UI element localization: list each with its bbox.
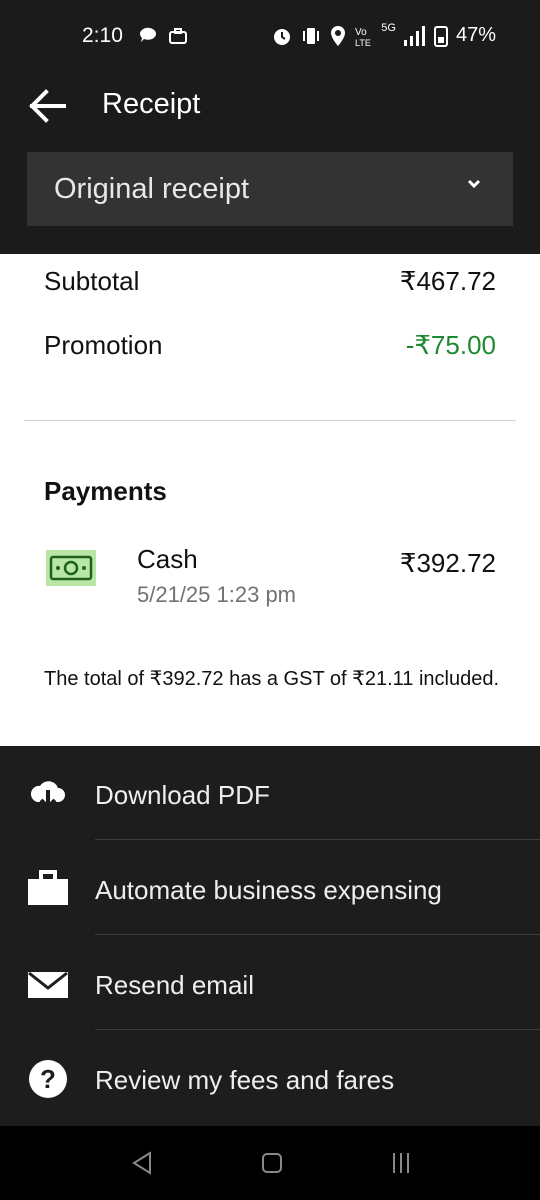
payment-date: 5/21/25 1:23 pm [137,582,297,607]
app-header: Receipt Original receipt [0,74,540,254]
divider [95,934,540,935]
nav-recents-icon[interactable] [388,1150,414,1176]
action-label: Download PDF [95,780,270,810]
receipt-type-value: Original receipt [54,172,250,205]
system-nav-bar [0,1126,540,1200]
review-fees-button[interactable]: ? Review my fees and fares [0,1031,540,1125]
nav-back-icon[interactable] [130,1150,156,1176]
action-label: Review my fees and fares [95,1065,395,1095]
divider [95,839,540,840]
automate-expensing-button[interactable]: Automate business expensing [0,841,540,935]
battery-icon [433,25,448,47]
back-button[interactable] [28,88,68,124]
promotion-value: -₹75.00 [405,330,496,360]
cash-icon [46,550,96,586]
vibrate-icon [303,27,320,44]
briefcase-notification-icon [169,28,187,44]
subtotal-label: Subtotal [44,266,140,296]
briefcase-icon [28,870,68,905]
divider [24,420,516,421]
alarm-icon [274,28,291,45]
svg-text:?: ? [40,1064,56,1094]
divider [95,1029,540,1030]
download-pdf-button[interactable]: Download PDF [0,746,540,840]
status-time: 2:10 [82,24,123,47]
payments-heading: Payments [44,476,167,506]
battery-percent: 47% [455,24,496,46]
page-title: Receipt [102,88,201,120]
envelope-icon [28,971,68,998]
receipt-type-select[interactable]: Original receipt [27,152,513,226]
action-list: Download PDF Automate business expensing… [0,746,540,1126]
chevron-down-icon [467,179,481,189]
gst-note: The total of ₹392.72 has a GST of ₹21.11… [44,668,499,690]
svg-text:Vo: Vo [355,27,367,38]
arrow-left-icon [29,89,66,123]
subtotal-value: ₹467.72 [399,266,496,296]
promotion-label: Promotion [44,330,163,360]
payment-method: Cash [137,544,198,574]
action-label: Automate business expensing [95,875,442,905]
signal-icon [403,25,425,46]
svg-text:LTE: LTE [355,38,371,47]
status-bar: 2:10 Vo LTE 5G 47% [0,0,540,74]
help-circle-icon: ? [29,1060,67,1098]
location-icon [331,25,346,46]
resend-email-button[interactable]: Resend email [0,936,540,1030]
cloud-download-icon [30,781,65,810]
network-type: 5G [381,21,396,34]
chat-bubble-icon [139,27,156,42]
volte-icon: VoLTE [355,27,371,47]
nav-home-icon[interactable] [259,1150,285,1176]
action-label: Resend email [95,970,254,1000]
receipt-body: Subtotal ₹467.72 Promotion -₹75.00 Payme… [0,254,540,746]
payment-amount: ₹392.72 [399,548,496,578]
